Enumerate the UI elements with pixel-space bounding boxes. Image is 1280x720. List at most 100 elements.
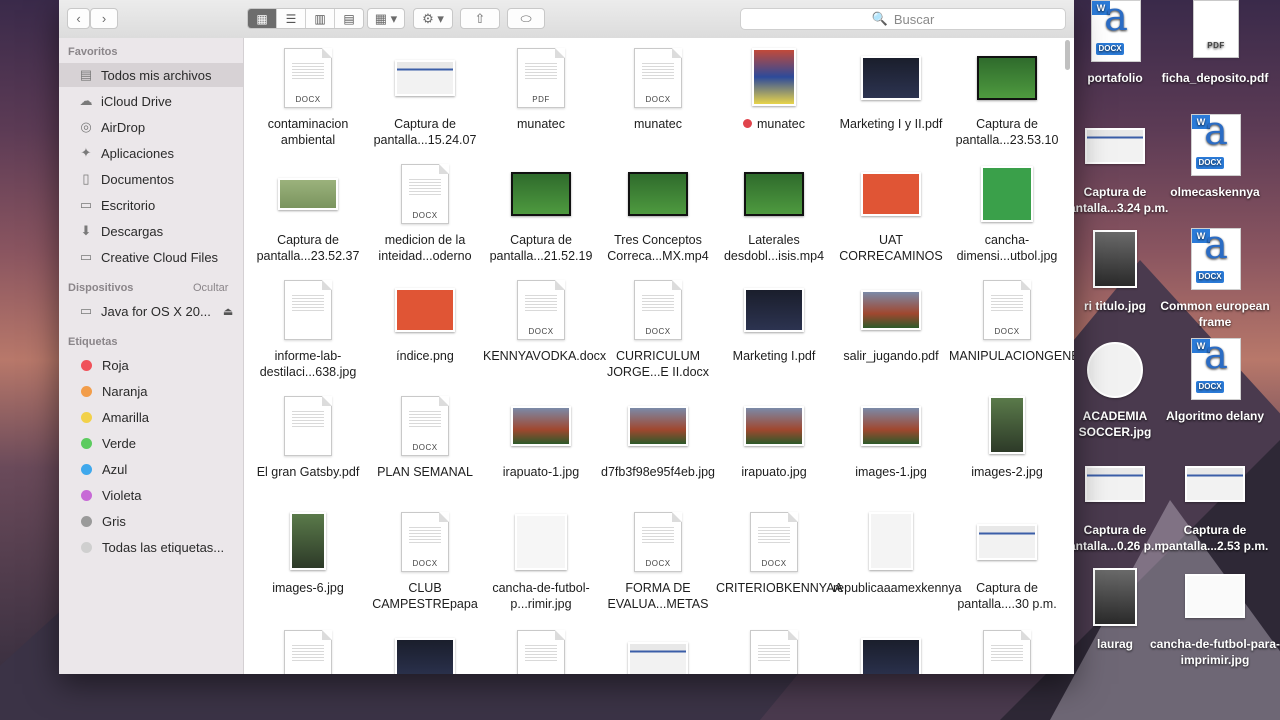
desktop-icon-item[interactable]: Wa DOCX olmecaskennya	[1150, 111, 1280, 200]
file-item[interactable]: UAT CORRECAMINOS	[833, 162, 949, 264]
sidebar-item-label: Violeta	[102, 487, 142, 503]
file-item[interactable]: DOCX contaminacion ambiental	[250, 46, 366, 148]
file-item[interactable]: PDF munatec	[483, 46, 599, 132]
file-item[interactable]	[600, 628, 716, 674]
file-item[interactable]: El gran Gatsby.pdf	[250, 394, 366, 480]
sidebar-tag-item[interactable]: Roja	[59, 353, 243, 377]
sidebar-item[interactable]: ⬇ Descargas	[59, 219, 243, 243]
column-view-button[interactable]: ▥	[306, 9, 335, 28]
tag-button[interactable]: ⬭	[507, 8, 545, 29]
hide-devices-button[interactable]: Ocultar	[193, 282, 228, 294]
file-item[interactable]: DOCX KENNYAVODKA.docx	[483, 278, 606, 364]
sidebar-tag-item[interactable]: Naranja	[59, 379, 243, 403]
sidebar-tag-item[interactable]: Todas las etiquetas...	[59, 535, 243, 559]
document-icon: DOCX	[284, 48, 332, 108]
file-thumbnail: DOCX	[393, 394, 457, 458]
file-item[interactable]: Tres Conceptos Correca...MX.mp4	[600, 162, 716, 264]
file-item[interactable]: cancha-dimensi...utbol.jpg	[949, 162, 1065, 264]
file-item[interactable]	[949, 628, 1065, 674]
file-item[interactable]: informe-lab-destilaci...638.jpg	[250, 278, 366, 380]
search-field[interactable]: 🔍 Buscar	[740, 8, 1066, 30]
file-thumbnail	[276, 278, 340, 342]
coverflow-view-button[interactable]: ▤	[335, 9, 363, 28]
action-button[interactable]: ⚙ ▾	[413, 8, 453, 29]
file-item[interactable]	[250, 628, 366, 674]
file-item[interactable]: DOCX PLAN SEMANAL	[367, 394, 483, 480]
sidebar-item[interactable]: ▭ Creative Cloud Files	[59, 245, 243, 269]
file-item[interactable]: images-1.jpg	[833, 394, 949, 480]
list-view-button[interactable]: ☰	[277, 9, 306, 28]
chevron-left-icon: ‹	[76, 11, 81, 26]
file-thumbnail	[393, 278, 457, 342]
file-item[interactable]: Laterales desdobl...isis.mp4	[716, 162, 832, 264]
file-item[interactable]: DOCX CURRICULUM JORGE...E II.docx	[600, 278, 716, 380]
desktop-icon-item[interactable]: Wa DOCX Algoritmo delany	[1150, 335, 1280, 424]
file-item[interactable]: DOCX CLUB CAMPESTREpapa	[367, 510, 483, 612]
file-item[interactable]: DOCX CRITERIOBKENNYAA	[716, 510, 843, 596]
file-item[interactable]	[483, 628, 599, 674]
file-item[interactable]: irapuato-1.jpg	[483, 394, 599, 480]
file-item[interactable]: Captura de pantalla...21.52.19	[483, 162, 599, 264]
sidebar-item[interactable]: ◎ AirDrop	[59, 115, 243, 139]
desktop-icon-item[interactable]: PDF ficha_deposito.pdf	[1150, 0, 1280, 86]
tag-color-dot	[81, 359, 92, 371]
eject-icon[interactable]: ⏏	[223, 305, 233, 318]
file-item[interactable]: Captura de pantalla...23.52.37	[250, 162, 366, 264]
screenshot-preview	[395, 60, 455, 96]
sidebar-tag-item[interactable]: Amarilla	[59, 405, 243, 429]
file-item[interactable]: salir_jugando.pdf	[833, 278, 949, 364]
file-item[interactable]: DOCX FORMA DE EVALUA...METAS	[600, 510, 716, 612]
document-icon	[284, 630, 332, 674]
file-item[interactable]: DOCX munatec	[600, 46, 716, 132]
file-item[interactable]: Marketing I y II.pdf	[833, 46, 949, 132]
sidebar-item-label: Todos mis archivos	[101, 67, 212, 83]
sidebar-item[interactable]: ✦ Aplicaciones	[59, 141, 243, 165]
text-lines	[292, 643, 324, 663]
forward-button[interactable]: ›	[90, 8, 118, 29]
scrollbar[interactable]	[1065, 40, 1070, 70]
file-item[interactable]: índice.png	[367, 278, 483, 364]
sidebar-item[interactable]: ☁ iCloud Drive	[59, 89, 243, 113]
fold-corner	[555, 630, 565, 640]
file-item[interactable]: munatec	[716, 46, 832, 132]
icon-view-button[interactable]: ▦	[248, 9, 277, 28]
sidebar-item[interactable]: ▯ Documentos	[59, 167, 243, 191]
file-item[interactable]: DOCX MANIPULACIONGENETICAKENNYA	[949, 278, 1074, 364]
file-type-tag: DOCX	[1196, 271, 1224, 283]
file-item[interactable]	[833, 628, 949, 674]
desktop-icon-item[interactable]: cancha-de-futbol-para-imprimir.jpg	[1150, 566, 1280, 668]
file-item[interactable]: cancha-de-futbol-p...rimir.jpg	[483, 510, 599, 612]
file-item[interactable]: Captura de pantalla....30 p.m.	[949, 510, 1065, 612]
file-item[interactable]: irapuato.jpg	[716, 394, 832, 480]
sidebar-item[interactable]: ▭ Escritorio	[59, 193, 243, 217]
file-item[interactable]: DOCX medicion de la inteidad...oderno	[367, 162, 483, 264]
desktop-icon-item[interactable]: Captura de pantalla...2.53 p.m.	[1150, 452, 1280, 554]
share-button[interactable]: ⇧	[460, 8, 500, 29]
sidebar-item[interactable]: ▤ Todos mis archivos	[59, 63, 243, 87]
file-name: UAT CORRECAMINOS	[839, 233, 943, 263]
photo-preview	[628, 406, 688, 446]
arrange-button[interactable]: ▦ ▾	[367, 8, 405, 29]
document-icon: DOCX	[634, 512, 682, 572]
sidebar-tag-item[interactable]: Violeta	[59, 483, 243, 507]
file-item[interactable]	[716, 628, 832, 674]
file-item[interactable]: Marketing I.pdf	[716, 278, 832, 364]
file-item[interactable]: d7fb3f98e95f4eb.jpg	[600, 394, 716, 480]
screenshot-preview	[1085, 128, 1145, 164]
sidebar-tag-item[interactable]: Verde	[59, 431, 243, 455]
file-item[interactable]: images-2.jpg	[949, 394, 1065, 480]
sidebar-tag-item[interactable]: Azul	[59, 457, 243, 481]
file-item[interactable]: Captura de pantalla...23.53.10	[949, 46, 1065, 148]
back-button[interactable]: ‹	[67, 8, 90, 29]
file-item[interactable]: Captura de pantalla...15.24.07	[367, 46, 483, 148]
sidebar-device-item[interactable]: ▭ Java for OS X 20... ⏏	[59, 299, 243, 323]
file-item[interactable]	[367, 628, 483, 674]
desktop-icon-item[interactable]: Wa DOCX Common european frame	[1150, 225, 1280, 330]
file-type-tag: DOCX	[994, 327, 1020, 336]
sidebar-tag-item[interactable]: Gris	[59, 509, 243, 533]
file-item[interactable]: images-6.jpg	[250, 510, 366, 596]
file-type-tag: PDF	[532, 95, 550, 104]
sidebar-item-label: Verde	[102, 435, 136, 451]
file-item[interactable]: republicaaamexkennya	[833, 510, 962, 596]
file-name: irapuato-1.jpg	[502, 465, 580, 479]
